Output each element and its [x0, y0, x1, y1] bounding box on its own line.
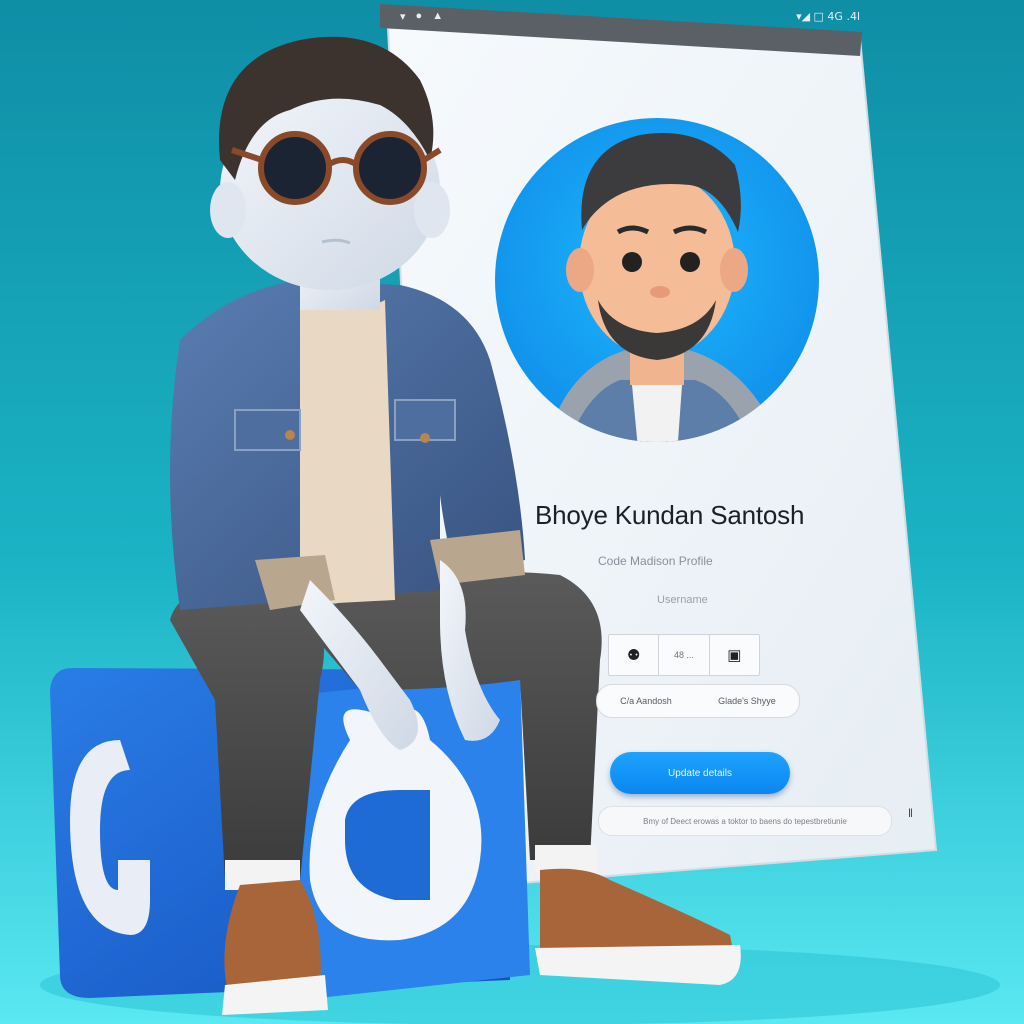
chip-left[interactable]: C/a Aandosh — [620, 696, 672, 706]
profile-username: Username — [657, 594, 708, 606]
profile-subtitle: Code Madison Profile — [598, 554, 713, 568]
stat-middle-label: 48 ... — [673, 650, 694, 660]
footer-text-field[interactable]: Bmy of Deect erowas a toktor to baens do… — [598, 806, 892, 836]
cast-icon: ▲ — [432, 10, 444, 22]
stat-bookmark[interactable]: ▣ — [710, 635, 759, 675]
status-right-text: ▾◢ □ 4G .4l — [796, 9, 860, 23]
scene-illustration — [0, 0, 1024, 1024]
notification-icon: ▾ — [400, 10, 406, 23]
record-icon: ● — [415, 10, 423, 22]
profile-chips: C/a Aandosh Glade's Shyye — [596, 684, 800, 718]
bookmark-icon: ▣ — [727, 646, 742, 664]
profile-stats: ⚉ 48 ... ▣ — [608, 634, 760, 676]
chip-right[interactable]: Glade's Shyye — [718, 696, 776, 706]
stat-middle[interactable]: 48 ... — [659, 635, 710, 675]
status-bar: ▾ ● ▲ ▾◢ □ 4G .4l — [400, 6, 860, 26]
update-details-button[interactable]: Update details — [610, 752, 790, 794]
profile-name: Bhoye Kundan Santosh — [535, 500, 805, 530]
stat-pin[interactable]: ⚉ — [609, 635, 660, 675]
pin-icon: ⚉ — [626, 646, 641, 664]
scroll-handle[interactable]: ‖ — [908, 806, 913, 820]
